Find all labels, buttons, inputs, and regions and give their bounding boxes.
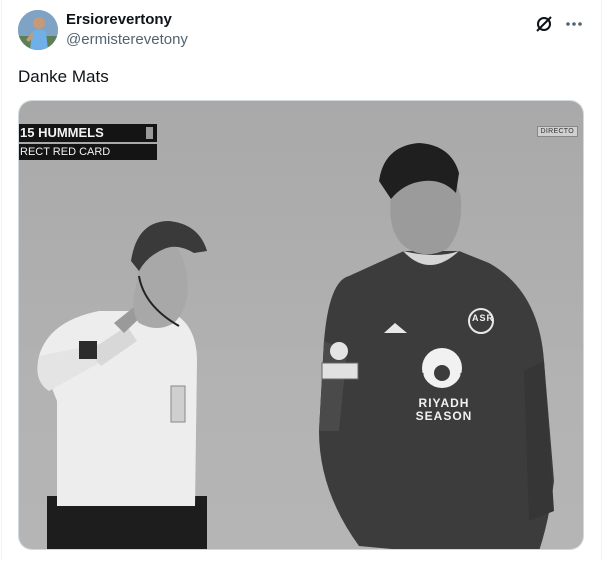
chyron-red-card: RECT RED CARD <box>19 144 157 160</box>
media-photo <box>19 101 583 549</box>
shirt-sponsor-line2: SEASON <box>415 409 473 423</box>
author-avatar[interactable] <box>18 10 58 50</box>
author-display-name[interactable]: Ersiorevertony <box>66 11 172 29</box>
club-crest-text: ASR <box>472 313 495 323</box>
live-badge: DIRECTO <box>536 126 578 137</box>
avatar-photo-icon <box>18 10 58 50</box>
tweet-text: Danke Mats <box>18 67 109 86</box>
author-handle[interactable]: @ermisterevetony <box>66 31 188 49</box>
tweet-media[interactable]: 15 HUMMELS RECT RED CARD DIRECTO ASR RIY… <box>18 100 584 550</box>
card-bottom <box>0 560 605 569</box>
chyron-player-name: 15 HUMMELS <box>19 124 157 142</box>
grok-icon[interactable] <box>534 14 554 34</box>
chyron-marker <box>146 127 153 139</box>
more-options-icon[interactable] <box>564 14 584 34</box>
